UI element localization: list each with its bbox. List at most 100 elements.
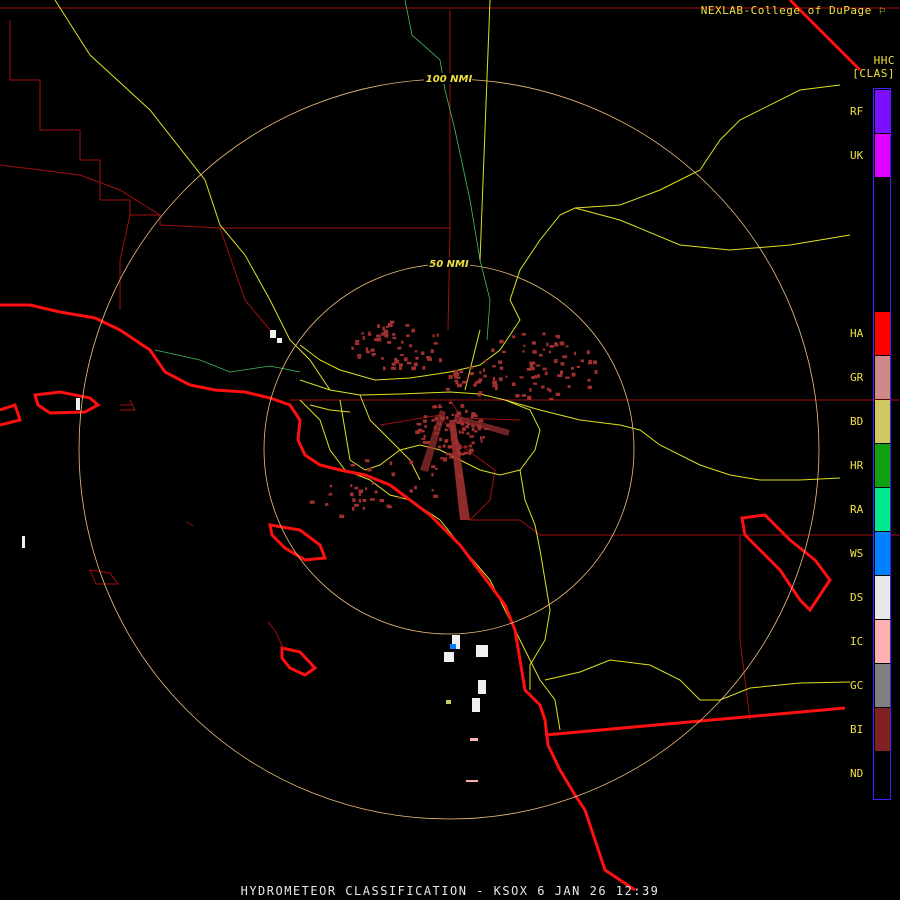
bi-echo-speckle <box>512 335 516 339</box>
legend-color-bar <box>873 88 891 800</box>
bi-echo-speckle <box>328 493 331 496</box>
bi-echo-speckle <box>354 342 360 345</box>
bi-echo-speckle <box>379 499 384 503</box>
legend-swatch-ds <box>875 576 890 619</box>
bi-echo-speckle <box>468 448 474 453</box>
bi-echo-speckle <box>546 342 549 347</box>
bi-echo-speckle <box>571 372 576 377</box>
bi-echo-speckle <box>479 370 482 374</box>
bi-echo-speckle <box>399 366 402 370</box>
bi-echo-speckle <box>387 341 392 344</box>
bi-echo-speckle <box>511 382 516 386</box>
bi-echo-speckle <box>469 435 474 438</box>
islands <box>89 404 285 651</box>
bi-echo-speckle <box>471 441 475 445</box>
bi-echo-speckle <box>459 383 463 387</box>
bi-echo-speckle <box>449 456 454 459</box>
bi-echo-speckle <box>439 437 443 442</box>
bi-echo-speckle <box>549 397 554 401</box>
bi-echo-speckle <box>391 362 396 366</box>
bi-echo-speckle <box>358 492 361 496</box>
bi-echo-speckle <box>463 451 469 455</box>
radar-map[interactable]: 100 NMI 50 NMI <box>0 0 900 900</box>
bi-echo-speckle <box>549 344 554 348</box>
bi-echo-speckle <box>444 457 448 461</box>
bi-echo-speckle <box>521 333 526 336</box>
bi-echo-speckle <box>594 370 598 374</box>
bi-echo-speckle <box>376 337 382 342</box>
bi-echo-speckle <box>456 411 462 416</box>
bi-echo-speckle <box>339 514 345 519</box>
bi-echo-speckle <box>468 366 474 369</box>
bi-echo-speckle <box>480 436 483 440</box>
bi-echo-speckle <box>364 459 370 463</box>
bi-echo-speckle <box>449 453 454 457</box>
bi-echo-speckle <box>532 382 535 385</box>
bi-echo-speckle <box>357 356 361 359</box>
bi-echo-speckle <box>587 378 591 382</box>
bi-echo-speckle <box>358 498 361 503</box>
bi-echo-speckle <box>406 334 410 337</box>
bi-echo-speckle <box>447 445 453 449</box>
bi-echo-speckle <box>454 372 460 377</box>
bi-echo-speckle <box>556 334 561 339</box>
bi-echo-speckle <box>531 341 536 345</box>
bi-echo-speckle <box>529 388 532 392</box>
bi-echo-speckle <box>542 367 547 371</box>
bi-echo-speckle <box>352 506 355 511</box>
product-title: HYDROMETEOR CLASSIFICATION - KSOX 6 JAN … <box>240 884 660 898</box>
bi-echo-speckle <box>365 487 368 491</box>
bi-echo-speckle <box>390 366 396 370</box>
bi-echo-speckle <box>438 445 442 449</box>
rivers <box>154 0 491 373</box>
bi-echo-speckle <box>386 325 389 328</box>
county-boundaries <box>0 7 900 721</box>
bi-echo-speckle <box>433 342 438 345</box>
bi-echo-speckle <box>548 350 551 354</box>
bi-echo-speckle <box>430 349 434 354</box>
bi-echo-speckle <box>444 439 449 443</box>
bi-echo-speckle <box>354 503 359 507</box>
bi-echo-speckle <box>422 419 427 423</box>
bi-echo-speckle <box>433 494 438 498</box>
bi-echo-speckle <box>544 371 548 376</box>
bi-echo-speckle <box>416 422 422 426</box>
bi-echo-speckle <box>350 484 353 488</box>
legend-label-ws: WS <box>850 547 864 560</box>
bi-echo-speckle <box>355 339 360 343</box>
bi-echo-speckle <box>588 362 592 365</box>
bi-echo-speckle <box>448 375 453 379</box>
bi-echo-speckle <box>440 457 444 460</box>
bi-echo-speckle <box>397 346 402 350</box>
bi-echo-speckle <box>386 504 391 507</box>
bi-echo-speckle <box>534 375 538 379</box>
bi-echo-speckle <box>411 328 415 333</box>
product-label: HHC [CLAS] <box>852 54 895 80</box>
bi-echo-speckle <box>422 365 426 370</box>
bi-echo-speckle <box>325 503 329 506</box>
bi-echo-speckle <box>362 335 365 340</box>
bi-echo-speckle <box>431 472 434 477</box>
bi-echo-speckle <box>408 344 413 348</box>
bi-echo-speckle <box>474 430 478 433</box>
bi-echo-speckle <box>534 382 538 385</box>
range-rings <box>78 78 820 820</box>
bi-echo-speckle <box>367 333 372 336</box>
bi-echo-speckle <box>542 332 546 336</box>
bi-echo-speckle <box>498 377 503 382</box>
bi-echo-speckle <box>559 341 565 346</box>
bi-echo-speckle <box>477 394 482 397</box>
bi-echo-speckle <box>492 365 496 368</box>
legend-swatch-ra <box>875 488 890 531</box>
bi-echo-speckle <box>460 404 465 408</box>
bi-echo-speckle <box>458 430 462 434</box>
bi-echo-speckle <box>417 428 423 431</box>
bi-echo-speckle <box>499 339 504 344</box>
legend-swatch-gc <box>875 664 890 707</box>
bi-echo-speckle <box>423 434 426 438</box>
range-ring-label-50: 50 NMI <box>429 259 469 270</box>
bi-echo-speckle <box>411 366 416 371</box>
bi-echo-speckle <box>466 432 470 435</box>
legend-swatch-uk <box>875 134 890 177</box>
credit-label: NEXLAB-College of DuPage ⚐ <box>701 4 886 17</box>
